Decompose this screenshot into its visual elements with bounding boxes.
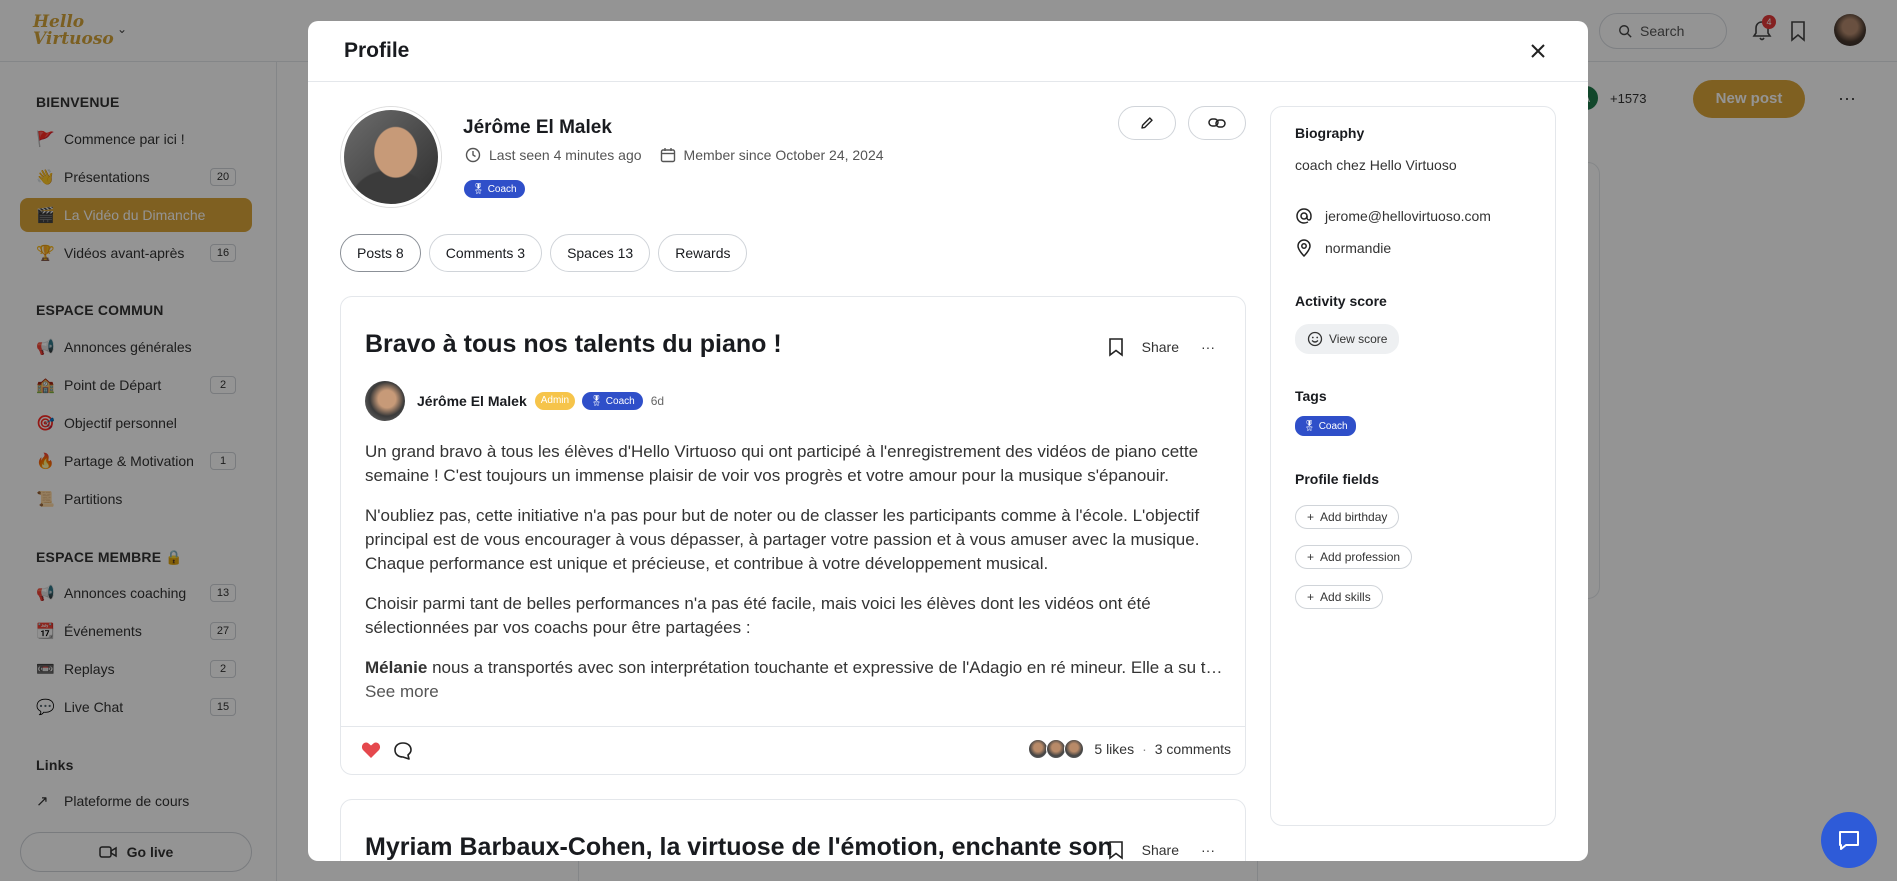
separator-dot: · (1142, 741, 1147, 757)
post-footer: 5 likes · 3 comments (341, 726, 1245, 774)
medal-icon: 🎖 (472, 183, 485, 195)
post-paragraph: Un grand bravo à tous les élèves d'Hello… (365, 442, 1199, 485)
post-age: 6d (650, 394, 665, 408)
post-title[interactable]: Bravo à tous nos talents du piano ! (365, 330, 782, 359)
modal-header: Profile (308, 21, 1588, 82)
medal-icon: 🎖 (1303, 420, 1316, 432)
add-skills-label: Add skills (1320, 590, 1371, 604)
profile-about-panel: Biography coach chez Hello Virtuoso jero… (1270, 106, 1556, 826)
post-actions: Share ··· (1108, 337, 1215, 357)
location-row: normandie (1295, 239, 1391, 257)
member-since-text: Member since October 24, 2024 (683, 147, 884, 163)
email-text[interactable]: jerome@hellovirtuoso.com (1325, 208, 1491, 224)
liker-avatar (1046, 739, 1067, 759)
edit-profile-button[interactable] (1118, 106, 1176, 140)
copy-link-button[interactable] (1188, 106, 1246, 140)
view-score-button[interactable]: View score (1295, 324, 1400, 354)
profile-name: Jérôme El Malek (463, 117, 612, 138)
post-author-row: Jérôme El Malek Admin 🎖 Coach 6d (365, 381, 664, 421)
coach-tag-label: Coach (1318, 420, 1348, 432)
coach-badge-label: Coach (605, 395, 635, 407)
biography-text: coach chez Hello Virtuoso (1295, 157, 1457, 173)
profile-fields-heading: Profile fields (1295, 471, 1380, 487)
more-options-icon[interactable]: ··· (1201, 339, 1215, 355)
link-icon (1208, 118, 1226, 128)
truncated-text: nous a transportés avec son interprétati… (432, 658, 1225, 677)
add-birthday-label: Add birthday (1320, 510, 1388, 524)
add-profession-button[interactable]: + Add profession (1295, 545, 1413, 569)
profile-meta: Last seen 4 minutes ago Member since Oct… (465, 147, 902, 163)
coach-tag: 🎖 Coach (1295, 416, 1356, 436)
post-body: Un grand bravo à tous les élèves d'Hello… (365, 440, 1225, 704)
liker-avatar (1064, 739, 1085, 759)
member-since: Member since October 24, 2024 (660, 147, 884, 163)
at-sign-icon (1296, 208, 1312, 224)
coach-badge-label: Coach (487, 183, 517, 195)
comment-icon[interactable] (393, 741, 413, 761)
more-options-icon[interactable]: ··· (1201, 842, 1215, 858)
profile-avatar (341, 107, 441, 207)
post-title[interactable]: Myriam Barbaux-Cohen, la virtuose de l'é… (365, 833, 1113, 861)
share-button[interactable]: Share (1142, 842, 1179, 858)
chat-bubble-icon (1839, 831, 1859, 850)
add-skills-button[interactable]: + Add skills (1295, 585, 1383, 609)
plus-icon: + (1307, 510, 1315, 524)
post-stats: 5 likes · 3 comments (1028, 739, 1231, 759)
share-button[interactable]: Share (1142, 339, 1179, 355)
heart-icon[interactable] (361, 741, 381, 759)
post-paragraph-truncated: Mélanie nous a transportés avec son inte… (365, 656, 1225, 680)
tags-heading: Tags (1295, 388, 1327, 404)
bookmark-icon[interactable] (1108, 840, 1124, 860)
last-seen: Last seen 4 minutes ago (465, 147, 642, 163)
liker-avatar (1028, 739, 1049, 759)
plus-icon: + (1307, 590, 1315, 604)
post-card: Bravo à tous nos talents du piano ! Shar… (340, 296, 1246, 775)
bookmark-icon[interactable] (1108, 337, 1124, 357)
author-avatar[interactable] (365, 381, 405, 421)
close-icon[interactable] (1527, 40, 1549, 62)
post-actions: Share ··· (1108, 840, 1215, 860)
post-card: Myriam Barbaux-Cohen, la virtuose de l'é… (340, 799, 1246, 861)
medal-icon: 🎖 (590, 395, 603, 407)
post-paragraph: Choisir parmi tant de belles performance… (365, 594, 1151, 637)
tab-comments[interactable]: Comments 3 (428, 234, 543, 272)
coach-badge: 🎖 Coach (464, 180, 525, 198)
email-row: jerome@hellovirtuoso.com (1295, 207, 1491, 225)
likes-count[interactable]: 5 likes (1094, 741, 1134, 757)
admin-badge: Admin (534, 392, 576, 410)
comments-count[interactable]: 3 comments (1155, 741, 1231, 757)
profile-tabs: Posts 8 Comments 3 Spaces 13 Rewards (340, 234, 748, 272)
smiley-icon (1307, 331, 1323, 347)
biography-heading: Biography (1295, 125, 1365, 141)
student-name: Mélanie (365, 658, 428, 677)
coach-badge: 🎖 Coach (582, 392, 643, 410)
author-name[interactable]: Jérôme El Malek (417, 393, 527, 409)
view-score-label: View score (1329, 332, 1388, 346)
modal-title: Profile (344, 39, 410, 62)
add-birthday-button[interactable]: + Add birthday (1295, 505, 1400, 529)
location-text: normandie (1325, 240, 1392, 256)
map-pin-icon (1297, 239, 1311, 257)
see-more-link[interactable]: See more (365, 680, 1225, 704)
likers-avatars[interactable] (1028, 739, 1085, 759)
tab-rewards[interactable]: Rewards (658, 234, 748, 272)
chat-button[interactable] (1821, 812, 1877, 868)
post-paragraph: N'oubliez pas, cette initiative n'a pas … (365, 506, 1200, 573)
tab-spaces[interactable]: Spaces 13 (550, 234, 651, 272)
plus-icon: + (1307, 550, 1315, 564)
calendar-icon (660, 148, 675, 163)
profile-modal: Profile Jérôme El Malek Last seen 4 minu… (308, 21, 1588, 861)
clock-icon (465, 147, 481, 163)
tab-posts[interactable]: Posts 8 (340, 234, 421, 272)
pencil-icon (1141, 117, 1153, 129)
activity-score-heading: Activity score (1295, 293, 1387, 309)
last-seen-text: Last seen 4 minutes ago (489, 147, 642, 163)
add-profession-label: Add profession (1320, 550, 1401, 564)
